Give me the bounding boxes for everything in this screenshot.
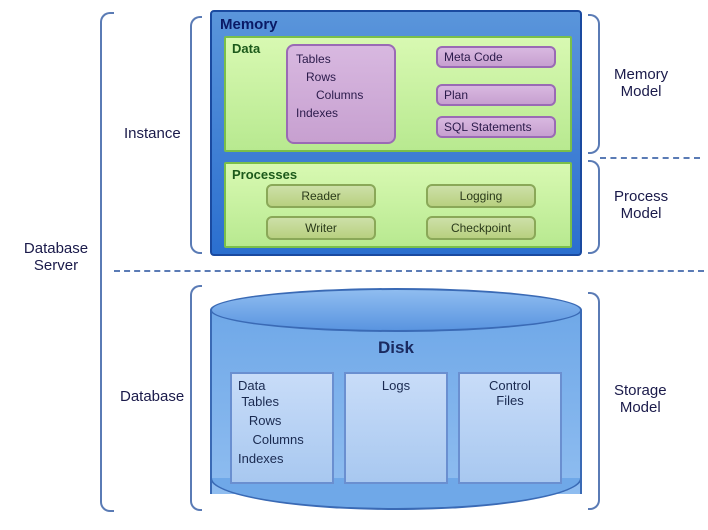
disk-data-heading: Data: [238, 378, 326, 393]
memory-title: Memory: [212, 12, 580, 35]
processes-panel: Processes Reader Writer Logging Checkpoi…: [224, 162, 572, 248]
label-database: Database: [120, 388, 184, 405]
data-panel: Data Tables Rows Columns Indexes Meta Co…: [224, 36, 572, 152]
disk-data-panel: Data Tables Rows Columns Indexes: [230, 372, 334, 484]
label-db-server: Database Server: [16, 240, 96, 274]
sql-box: SQL Statements: [436, 116, 556, 138]
data-tree-box: Tables Rows Columns Indexes: [286, 44, 396, 144]
plan-box: Plan: [436, 84, 556, 106]
label-instance: Instance: [124, 125, 181, 142]
dashed-sep-1: [600, 157, 700, 159]
label-memory-model: Memory Model: [614, 66, 668, 100]
writer-box: Writer: [266, 216, 376, 240]
disk-data-tree: Tables Rows Columns Indexes: [238, 393, 326, 468]
memory-box: Memory Data Tables Rows Columns Indexes …: [210, 10, 582, 256]
disk-control-panel: Control Files: [458, 372, 562, 484]
reader-box: Reader: [266, 184, 376, 208]
dashed-sep-2: [114, 270, 704, 272]
bracket-instance: [190, 16, 202, 254]
bracket-storage-model: [588, 292, 600, 510]
label-storage-model: Storage Model: [614, 382, 667, 416]
bracket-memory-model: [588, 14, 600, 154]
bracket-process-model: [588, 160, 600, 254]
disk-cylinder: Disk Data Tables Rows Columns Indexes Lo…: [210, 288, 582, 512]
processes-title: Processes: [226, 164, 570, 185]
bracket-db-server: [100, 12, 114, 512]
disk-logs-panel: Logs: [344, 372, 448, 484]
disk-title: Disk: [210, 338, 582, 358]
label-process-model: Process Model: [614, 188, 668, 222]
bracket-database: [190, 285, 202, 511]
logging-box: Logging: [426, 184, 536, 208]
meta-code-box: Meta Code: [436, 46, 556, 68]
checkpoint-box: Checkpoint: [426, 216, 536, 240]
